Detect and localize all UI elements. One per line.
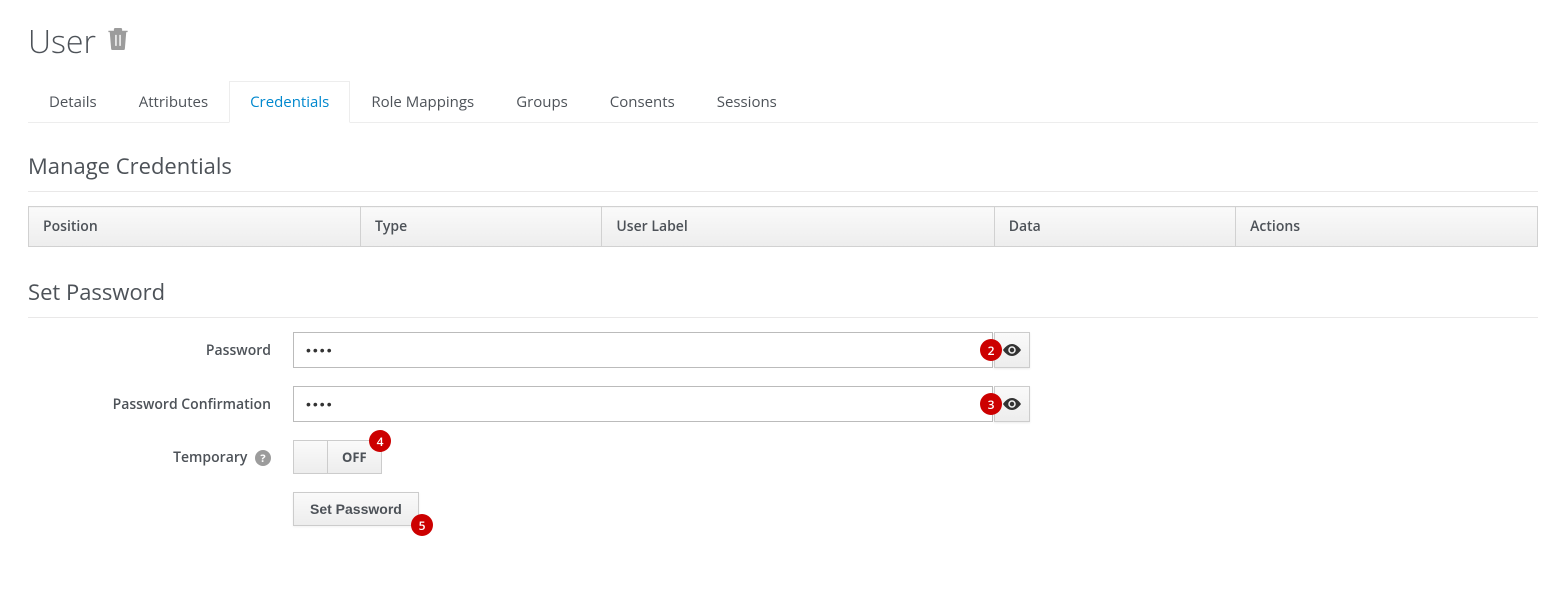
col-position: Position bbox=[29, 207, 361, 247]
col-type: Type bbox=[360, 207, 601, 247]
help-icon[interactable]: ? bbox=[255, 450, 271, 466]
callout-badge-2: 2 bbox=[980, 339, 1002, 361]
set-password-button[interactable]: Set Password bbox=[293, 492, 419, 526]
temporary-label: Temporary ? bbox=[28, 448, 293, 467]
temporary-row: Temporary ? OFF 4 bbox=[28, 440, 1538, 474]
password-confirmation-label: Password Confirmation bbox=[28, 395, 293, 414]
trash-icon bbox=[108, 28, 128, 50]
col-data: Data bbox=[994, 207, 1235, 247]
eye-icon bbox=[1003, 344, 1021, 356]
tab-sessions[interactable]: Sessions bbox=[696, 81, 798, 123]
col-user-label: User Label bbox=[602, 207, 994, 247]
password-label: Password bbox=[28, 341, 293, 360]
set-password-title: Set Password bbox=[28, 277, 1538, 318]
callout-badge-3: 3 bbox=[980, 393, 1002, 415]
submit-row: Set Password 5 bbox=[28, 492, 1538, 526]
tab-groups[interactable]: Groups bbox=[495, 81, 589, 123]
credentials-table: Position Type User Label Data Actions bbox=[28, 206, 1538, 247]
page-header: User bbox=[28, 20, 1538, 63]
delete-user-button[interactable] bbox=[108, 28, 128, 55]
manage-credentials-title: Manage Credentials bbox=[28, 151, 1538, 192]
user-tabs: Details Attributes Credentials Role Mapp… bbox=[28, 81, 1538, 123]
password-confirmation-input[interactable] bbox=[293, 386, 993, 422]
callout-badge-4: 4 bbox=[369, 430, 391, 452]
eye-icon bbox=[1003, 398, 1021, 410]
page-title: User bbox=[28, 20, 96, 63]
tab-details[interactable]: Details bbox=[28, 81, 118, 123]
tab-attributes[interactable]: Attributes bbox=[118, 81, 229, 123]
temporary-toggle[interactable]: OFF bbox=[293, 440, 382, 474]
password-confirmation-row: Password Confirmation 3 bbox=[28, 386, 1538, 422]
tab-role-mappings[interactable]: Role Mappings bbox=[350, 81, 495, 123]
tab-credentials[interactable]: Credentials bbox=[229, 81, 350, 123]
callout-badge-5: 5 bbox=[411, 514, 433, 536]
col-actions: Actions bbox=[1236, 207, 1538, 247]
tab-consents[interactable]: Consents bbox=[589, 81, 696, 123]
password-input[interactable] bbox=[293, 332, 993, 368]
password-row: Password 2 bbox=[28, 332, 1538, 368]
